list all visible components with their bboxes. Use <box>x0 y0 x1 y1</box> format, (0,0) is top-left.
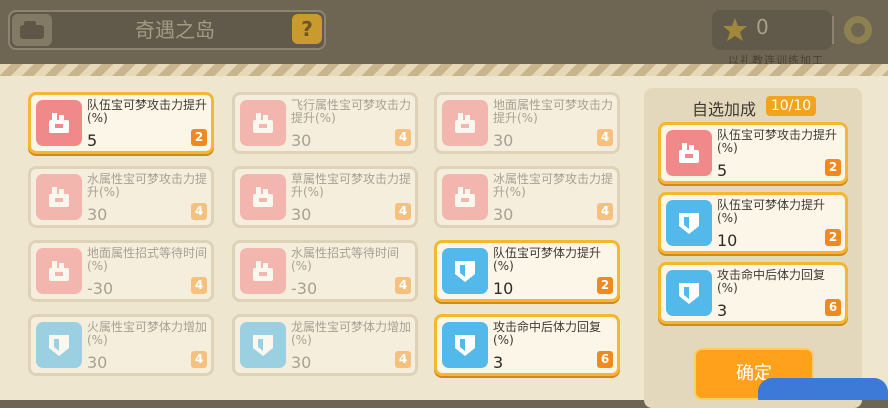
skill-value: 5 <box>87 131 98 150</box>
star-coin-icon <box>723 18 747 41</box>
attack-icon <box>666 130 712 176</box>
shield-icon <box>666 270 712 316</box>
skill-card[interactable]: 水属性宝可梦攻击力提升(%) 30 4 <box>28 166 214 228</box>
skill-name: 队伍宝可梦体力提升(%) <box>717 198 826 225</box>
skill-value: 30 <box>291 205 312 224</box>
cost-badge: 4 <box>395 277 411 294</box>
skill-name: 飞行属性宝可梦攻击力提升(%) <box>291 98 412 125</box>
skill-card[interactable]: 草属性宝可梦攻击力提升(%) 30 4 <box>232 166 418 228</box>
cost-badge: 4 <box>191 203 207 220</box>
shield-icon <box>36 322 82 368</box>
skill-card[interactable]: 龙属性宝可梦体力增加(%) 30 4 <box>232 314 418 376</box>
skill-name: 队伍宝可梦攻击力提升(%) <box>87 98 208 125</box>
skill-value: -30 <box>87 279 114 298</box>
cost-badge: 2 <box>825 159 841 176</box>
skill-name: 队伍宝可梦攻击力提升(%) <box>717 128 838 155</box>
back-button[interactable] <box>12 14 52 46</box>
attack-icon <box>36 248 82 294</box>
attack-icon <box>240 100 286 146</box>
divider-stripe <box>0 64 888 76</box>
skill-name: 攻击命中后体力回复(%) <box>717 268 826 295</box>
skill-name: 攻击命中后体力回复(%) <box>493 320 602 347</box>
skill-value: 10 <box>717 231 738 250</box>
skill-card[interactable]: 火属性宝可梦体力增加(%) 30 4 <box>28 314 214 376</box>
skill-name: 草属性宝可梦攻击力提升(%) <box>291 172 412 199</box>
skill-name: 地面属性宝可梦攻击力提升(%) <box>493 98 614 125</box>
selected-skill-card[interactable]: 队伍宝可梦体力提升(%) 10 2 <box>658 192 848 254</box>
cost-badge: 4 <box>191 351 207 368</box>
skill-value: 3 <box>717 301 728 320</box>
skill-card[interactable]: 飞行属性宝可梦攻击力提升(%) 30 4 <box>232 92 418 154</box>
attack-icon <box>240 174 286 220</box>
attack-icon <box>36 174 82 220</box>
cost-badge: 4 <box>597 129 613 146</box>
attack-icon <box>442 174 488 220</box>
skill-value: -30 <box>291 279 318 298</box>
cost-badge: 4 <box>395 351 411 368</box>
skill-name: 火属性宝可梦体力增加(%) <box>87 320 208 347</box>
cost-badge: 4 <box>191 277 207 294</box>
shield-icon <box>666 200 712 246</box>
attack-icon <box>36 100 82 146</box>
skill-card[interactable]: 冰属性宝可梦攻击力提升(%) 30 4 <box>434 166 620 228</box>
skill-card[interactable]: 队伍宝可梦体力提升(%) 10 2 <box>434 240 620 302</box>
cost-badge: 6 <box>825 299 841 316</box>
corner-decoration <box>758 378 888 400</box>
selection-count-badge: 10/10 <box>766 96 816 116</box>
skill-value: 10 <box>493 279 514 298</box>
shield-icon <box>240 322 286 368</box>
cost-badge: 4 <box>597 203 613 220</box>
help-button[interactable]: ? <box>292 14 322 44</box>
skill-name: 水属性招式等待时间(%) <box>291 246 400 273</box>
cost-badge: 2 <box>825 229 841 246</box>
skill-name: 冰属性宝可梦攻击力提升(%) <box>493 172 614 199</box>
skill-card[interactable]: 水属性招式等待时间(%) -30 4 <box>232 240 418 302</box>
selected-skill-card[interactable]: 攻击命中后体力回复(%) 3 6 <box>658 262 848 324</box>
skill-name: 队伍宝可梦体力提升(%) <box>493 246 602 273</box>
skill-value: 5 <box>717 161 728 180</box>
selection-title: 自选加成 <box>692 100 757 119</box>
skill-name: 水属性宝可梦攻击力提升(%) <box>87 172 208 199</box>
currency-value: 0 <box>756 15 769 39</box>
attack-icon <box>442 100 488 146</box>
cost-badge: 4 <box>395 203 411 220</box>
attack-icon <box>240 248 286 294</box>
cost-badge: 6 <box>597 351 613 368</box>
selected-skill-card[interactable]: 队伍宝可梦攻击力提升(%) 5 2 <box>658 122 848 184</box>
gear-bag-icon[interactable] <box>840 12 876 48</box>
skill-value: 30 <box>291 353 312 372</box>
skill-name: 龙属性宝可梦体力增加(%) <box>291 320 412 347</box>
back-icon <box>20 21 44 39</box>
skill-card[interactable]: 队伍宝可梦攻击力提升(%) 5 2 <box>28 92 214 154</box>
skill-card[interactable]: 地面属性宝可梦攻击力提升(%) 30 4 <box>434 92 620 154</box>
cost-badge: 2 <box>597 277 613 294</box>
skill-value: 30 <box>87 353 108 372</box>
skill-value: 30 <box>493 131 514 150</box>
page-title: 奇遇之岛 <box>135 18 215 42</box>
skill-value: 30 <box>291 131 312 150</box>
cost-badge: 4 <box>395 129 411 146</box>
cost-badge: 2 <box>191 129 207 146</box>
skill-card[interactable]: 攻击命中后体力回复(%) 3 6 <box>434 314 620 376</box>
skill-card[interactable]: 地面属性招式等待时间(%) -30 4 <box>28 240 214 302</box>
shield-icon <box>442 248 488 294</box>
skill-value: 30 <box>493 205 514 224</box>
divider <box>832 16 834 44</box>
skill-value: 30 <box>87 205 108 224</box>
shield-icon <box>442 322 488 368</box>
skill-value: 3 <box>493 353 504 372</box>
skill-name: 地面属性招式等待时间(%) <box>87 246 208 273</box>
